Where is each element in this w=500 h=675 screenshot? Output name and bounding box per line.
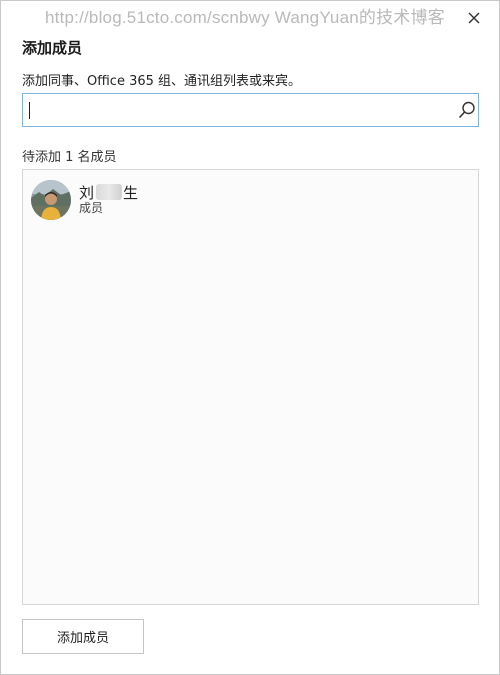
member-item[interactable]: 刘生 成员 [31,178,331,222]
search-box[interactable] [22,93,479,127]
search-icon[interactable] [457,100,477,120]
instructions-text: 添加同事、Office 365 组、通讯组列表或来宾。 [22,74,302,89]
close-icon [468,12,480,24]
add-members-button[interactable]: 添加成员 [22,619,144,654]
pending-member-list[interactable]: 刘生 成员 [22,169,479,605]
pending-count-label: 待添加 1 名成员 [22,150,117,165]
member-name-end: 生 [123,183,140,202]
member-role: 成员 [79,201,104,216]
dialog-title: 添加成员 [22,39,83,57]
watermark: http://blog.51cto.com/scnbwy WangYuan的技术… [45,8,445,27]
redaction-blur [96,183,123,200]
avatar [31,180,71,220]
member-name-start: 刘 [79,183,96,202]
member-name: 刘生 [79,183,140,202]
text-caret [29,102,30,119]
close-button[interactable] [463,7,485,29]
search-input[interactable] [29,96,449,124]
add-members-dialog: http://blog.51cto.com/scnbwy WangYuan的技术… [0,0,500,675]
